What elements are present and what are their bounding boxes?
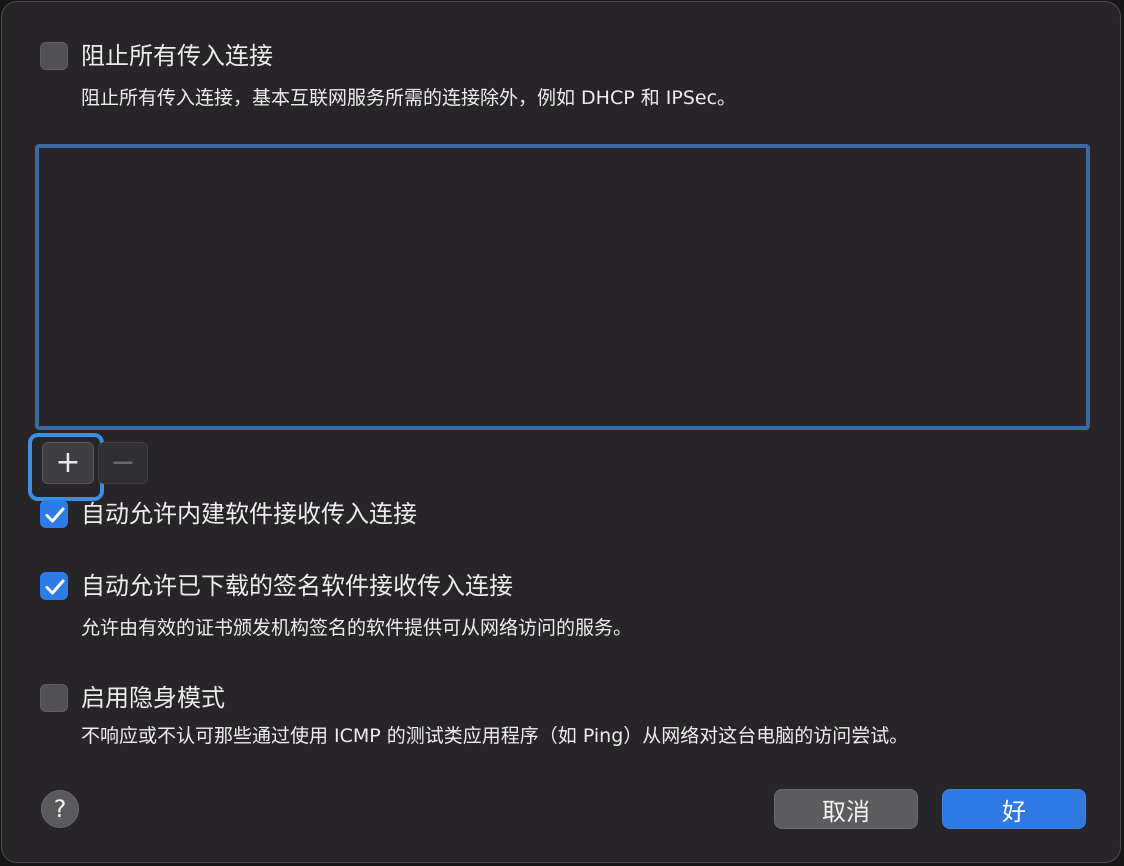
firewall-options-dialog: 阻止所有传入连接 阻止所有传入连接，基本互联网服务所需的连接除外，例如 DHCP… xyxy=(1,1,1121,863)
cancel-button[interactable]: 取消 xyxy=(774,789,918,829)
question-mark-icon: ? xyxy=(53,795,67,823)
help-button[interactable]: ? xyxy=(41,790,79,828)
auto-allow-builtin-checkbox[interactable] xyxy=(40,500,68,528)
block-all-description: 阻止所有传入连接，基本互联网服务所需的连接除外，例如 DHCP 和 IPSec。 xyxy=(81,87,737,109)
auto-allow-builtin-label: 自动允许内建软件接收传入连接 xyxy=(81,500,417,528)
auto-allow-signed-label: 自动允许已下载的签名软件接收传入连接 xyxy=(81,572,513,600)
ok-button-label: 好 xyxy=(1002,797,1026,826)
minus-icon: − xyxy=(110,445,136,480)
checkmark-icon xyxy=(45,507,65,523)
app-list[interactable] xyxy=(35,144,1090,430)
checkmark-icon xyxy=(45,579,65,595)
ok-button[interactable]: 好 xyxy=(942,789,1086,829)
stealth-mode-description: 不响应或不认可那些通过使用 ICMP 的测试类应用程序（如 Ping）从网络对这… xyxy=(81,725,909,747)
remove-app-button[interactable]: − xyxy=(98,442,148,484)
auto-allow-signed-description: 允许由有效的证书颁发机构签名的软件提供可从网络访问的服务。 xyxy=(81,617,633,639)
block-all-checkbox[interactable] xyxy=(40,42,68,70)
add-app-button[interactable]: + xyxy=(42,442,94,484)
plus-icon: + xyxy=(55,445,81,480)
stealth-mode-checkbox[interactable] xyxy=(40,684,68,712)
auto-allow-signed-checkbox[interactable] xyxy=(40,572,68,600)
stealth-mode-label: 启用隐身模式 xyxy=(81,684,225,712)
block-all-label: 阻止所有传入连接 xyxy=(81,42,273,70)
cancel-button-label: 取消 xyxy=(822,797,870,826)
